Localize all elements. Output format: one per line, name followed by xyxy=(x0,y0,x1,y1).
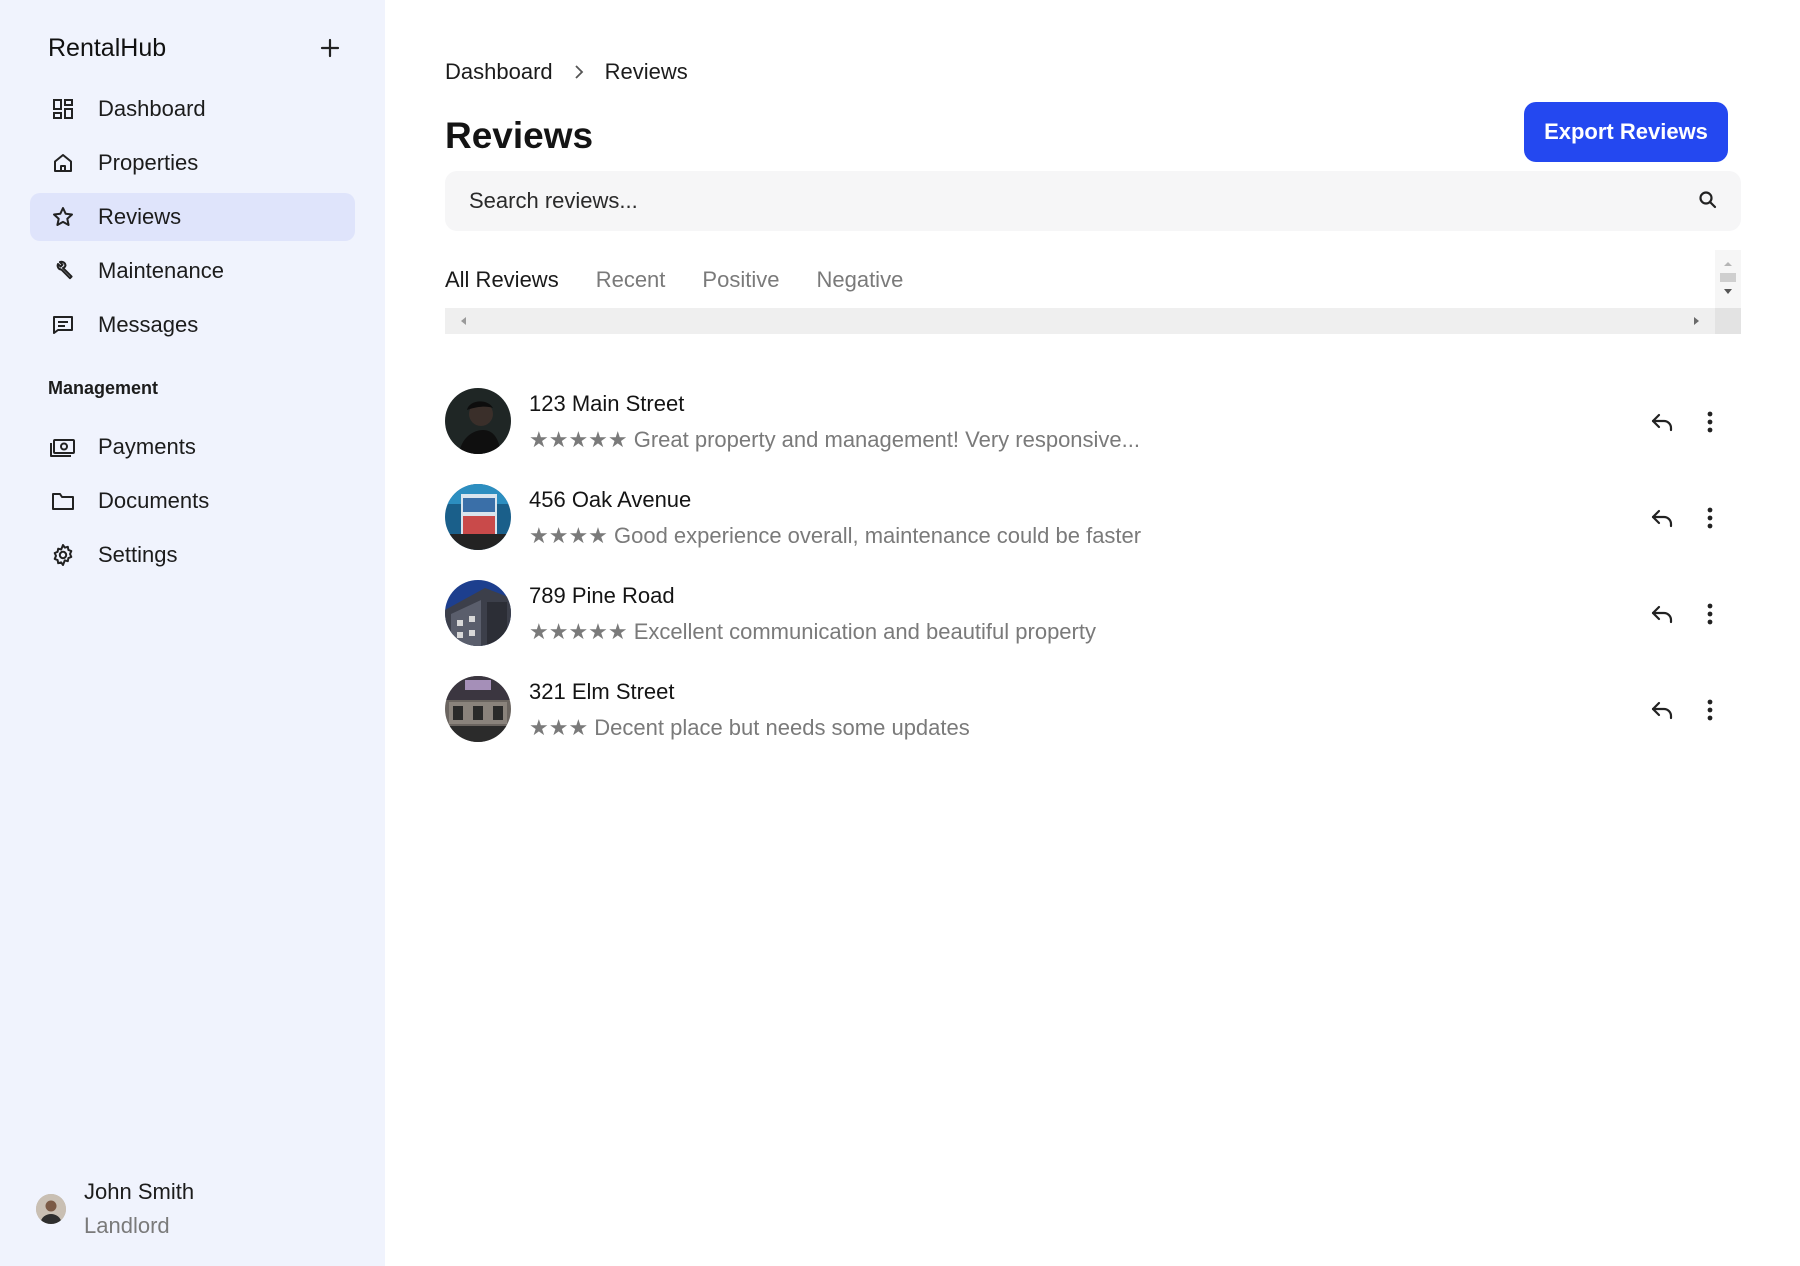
nav-item-documents[interactable]: Documents xyxy=(30,477,355,525)
nav-label: Messages xyxy=(98,312,199,337)
dashboard-icon xyxy=(50,96,76,122)
folder-icon xyxy=(50,488,76,514)
management-nav: Payments Documents Settings xyxy=(30,423,355,585)
nav-label: Properties xyxy=(98,150,199,175)
nav-item-messages[interactable]: Messages xyxy=(30,301,355,349)
nav-label: Maintenance xyxy=(98,258,224,283)
more-options-icon[interactable] xyxy=(1693,501,1727,535)
tab-all-reviews[interactable]: All Reviews xyxy=(445,264,559,296)
review-row[interactable]: 321 Elm Street ★★★ Decent place but need… xyxy=(445,673,1741,769)
nav-item-dashboard[interactable]: Dashboard xyxy=(30,85,355,133)
main-content: Dashboard Reviews Reviews Export Reviews… xyxy=(385,0,1800,1266)
wrench-icon xyxy=(50,258,76,284)
reply-icon[interactable] xyxy=(1645,597,1679,631)
search-icon[interactable] xyxy=(1697,189,1719,211)
property-photo xyxy=(445,676,511,742)
breadcrumb: Dashboard Reviews xyxy=(445,56,688,88)
main-nav: Dashboard Properties Reviews Maintenance… xyxy=(30,85,355,355)
property-photo xyxy=(445,484,511,550)
more-options-icon[interactable] xyxy=(1693,405,1727,439)
user-name: John Smith xyxy=(84,1179,195,1204)
more-options-icon[interactable] xyxy=(1693,693,1727,727)
review-title: 321 Elm Street xyxy=(529,679,675,704)
reply-icon[interactable] xyxy=(1645,693,1679,727)
nav-item-maintenance[interactable]: Maintenance xyxy=(30,247,355,295)
tab-positive[interactable]: Positive xyxy=(702,264,779,296)
review-row[interactable]: 789 Pine Road ★★★★★ Excellent communicat… xyxy=(445,577,1741,673)
nav-label: Reviews xyxy=(98,204,182,229)
scrollbar-corner xyxy=(1715,308,1741,334)
gear-icon xyxy=(50,542,76,568)
more-options-icon[interactable] xyxy=(1693,597,1727,631)
search-input[interactable] xyxy=(445,171,1675,231)
breadcrumb-reviews: Reviews xyxy=(604,59,688,84)
payments-icon xyxy=(50,434,76,460)
tab-recent[interactable]: Recent xyxy=(596,264,666,296)
nav-item-reviews[interactable]: Reviews xyxy=(30,193,355,241)
breadcrumb-dashboard[interactable]: Dashboard xyxy=(445,59,553,85)
nav-item-properties[interactable]: Properties xyxy=(30,139,355,187)
review-row[interactable]: 123 Main Street ★★★★★ Great property and… xyxy=(445,385,1741,481)
message-icon xyxy=(50,312,76,338)
reply-icon[interactable] xyxy=(1645,405,1679,439)
section-title-management: Management xyxy=(48,378,159,398)
brand-name: RentalHub xyxy=(48,34,167,62)
review-tabs: All Reviews Recent Positive Negative xyxy=(445,264,940,296)
nav-label: Documents xyxy=(98,488,210,513)
property-photo xyxy=(445,580,511,646)
vertical-scrollbar[interactable] xyxy=(1715,250,1741,308)
sidebar: RentalHub Dashboard Properties Reviews M… xyxy=(0,0,385,1266)
nav-item-payments[interactable]: Payments xyxy=(30,423,355,471)
reply-icon[interactable] xyxy=(1645,501,1679,535)
nav-label: Payments xyxy=(98,434,196,459)
review-title: 456 Oak Avenue xyxy=(529,487,692,512)
review-text: ★★★★★ Excellent communication and beauti… xyxy=(529,619,1096,644)
page-title: Reviews xyxy=(445,115,594,156)
brand-row: RentalHub xyxy=(48,30,348,66)
add-button[interactable] xyxy=(312,30,348,66)
tab-negative[interactable]: Negative xyxy=(816,264,903,296)
export-reviews-button[interactable]: Export Reviews xyxy=(1524,102,1728,162)
chevron-right-icon xyxy=(573,64,585,80)
review-text: ★★★★★ Great property and management! Ver… xyxy=(529,427,1140,452)
review-text: ★★★ Decent place but needs some updates xyxy=(529,715,970,740)
home-icon xyxy=(50,150,76,176)
star-icon xyxy=(50,204,76,230)
nav-label: Dashboard xyxy=(98,96,206,121)
review-title: 123 Main Street xyxy=(529,391,685,416)
review-title: 789 Pine Road xyxy=(529,583,675,608)
tabs-container: All Reviews Recent Positive Negative xyxy=(445,250,1741,336)
avatar xyxy=(36,1194,66,1224)
nav-label: Settings xyxy=(98,542,178,567)
plus-icon xyxy=(320,38,340,58)
search-bar xyxy=(445,171,1741,231)
user-role: Landlord xyxy=(84,1213,170,1238)
user-profile[interactable]: John Smith Landlord xyxy=(36,1176,356,1246)
review-list: 123 Main Street ★★★★★ Great property and… xyxy=(445,385,1741,769)
review-row[interactable]: 456 Oak Avenue ★★★★ Good experience over… xyxy=(445,481,1741,577)
review-text: ★★★★ Good experience overall, maintenanc… xyxy=(529,523,1142,548)
property-photo xyxy=(445,388,511,454)
nav-item-settings[interactable]: Settings xyxy=(30,531,355,579)
horizontal-scrollbar[interactable] xyxy=(445,308,1715,334)
